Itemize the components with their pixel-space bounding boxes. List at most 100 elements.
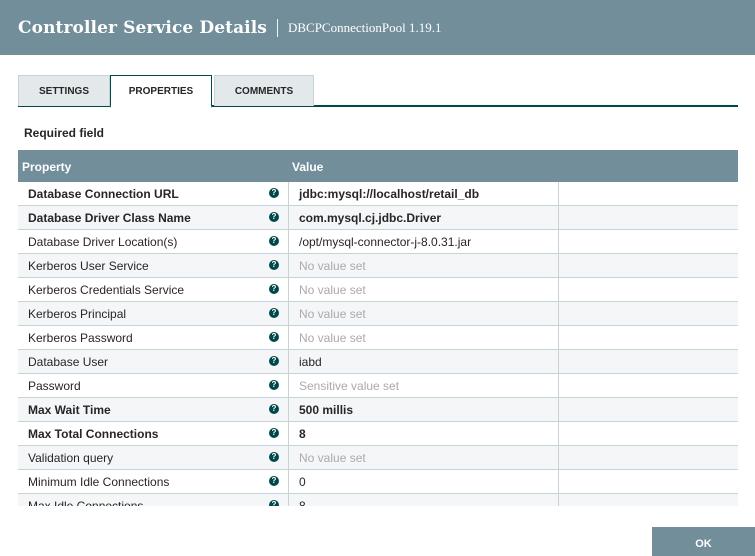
column-divider [288,254,289,278]
properties-table: Property Value Database Connection URL? j… [18,150,738,506]
column-divider [558,374,559,398]
column-divider [558,422,559,446]
property-name: Max Idle Connections [28,499,144,506]
column-divider [288,374,289,398]
property-value[interactable]: Sensitive value set [299,379,399,393]
required-field-legend: Required field [24,126,105,140]
column-divider [288,422,289,446]
controller-service-details-dialog: Controller Service Details DBCPConnectio… [0,0,755,556]
property-value[interactable]: /opt/mysql-connector-j-8.0.31.jar [299,235,471,249]
property-value[interactable]: 8 [299,499,306,506]
table-row[interactable]: Database User? iabd [18,350,738,374]
column-divider [288,350,289,374]
column-divider [288,278,289,302]
column-divider [558,278,559,302]
help-icon[interactable]: ? [269,332,279,342]
help-icon[interactable]: ? [269,380,279,390]
column-divider [558,182,559,206]
table-row[interactable]: Kerberos Principal? No value set [18,302,738,326]
property-value[interactable]: No value set [299,283,366,297]
table-row[interactable]: Max Total Connections? 8 [18,422,738,446]
property-name: Max Total Connections [28,427,159,441]
column-divider [558,230,559,254]
help-icon[interactable]: ? [269,212,279,222]
column-divider [288,470,289,494]
property-name: Kerberos Principal [28,307,127,321]
table-row[interactable]: Max Idle Connections? 8 [18,494,738,506]
column-divider [288,446,289,470]
property-name: Max Wait Time [28,403,111,417]
help-icon[interactable]: ? [269,260,279,270]
column-divider [558,470,559,494]
property-name: Database Driver Class Name [28,211,191,225]
property-value[interactable]: iabd [299,355,322,369]
column-divider [558,254,559,278]
table-row[interactable]: Database Driver Location(s)? /opt/mysql-c… [18,230,738,254]
help-icon[interactable]: ? [269,428,279,438]
table-header: Property Value [18,150,738,182]
table-row[interactable]: Minimum Idle Connections? 0 [18,470,738,494]
table-row[interactable]: Password? Sensitive value set [18,374,738,398]
tab-settings[interactable]: Settings [18,75,110,106]
column-divider [558,494,559,506]
column-header-value[interactable]: Value [292,160,323,174]
table-row[interactable]: Kerberos User Service? No value set [18,254,738,278]
property-value[interactable]: 0 [299,475,306,489]
help-icon[interactable]: ? [269,476,279,486]
property-value[interactable]: No value set [299,259,366,273]
help-icon[interactable]: ? [269,356,279,366]
property-name: Validation query [28,451,114,465]
dialog-subtitle: DBCPConnectionPool 1.19.1 [287,19,442,35]
tab-comments[interactable]: Comments [214,75,314,106]
column-divider [288,182,289,206]
property-name: Kerberos Password [28,331,133,345]
column-divider [558,206,559,230]
property-name: Minimum Idle Connections [28,475,170,489]
tab-properties[interactable]: Properties [110,75,212,108]
property-name: Kerberos User Service [28,259,149,273]
column-divider [558,326,559,350]
table-row[interactable]: Max Wait Time? 500 millis [18,398,738,422]
help-icon[interactable]: ? [269,308,279,318]
tab-bar: Settings Properties Comments [18,75,738,108]
ok-button[interactable]: OK [652,527,755,556]
table-row[interactable]: Kerberos Credentials Service? No value se… [18,278,738,302]
property-value[interactable]: jdbc:mysql://localhost/retail_db [299,187,479,201]
table-row[interactable]: Database Connection URL? jdbc:mysql://loc… [18,182,738,206]
property-name: Kerberos Credentials Service [28,283,185,297]
column-divider [288,398,289,422]
help-icon[interactable]: ? [269,500,279,506]
property-name: Password [28,379,81,393]
property-value[interactable]: No value set [299,451,366,465]
table-row[interactable]: Validation query? No value set [18,446,738,470]
property-name: Database Driver Location(s) [28,235,178,249]
help-icon[interactable]: ? [269,452,279,462]
column-divider [288,302,289,326]
column-divider [558,398,559,422]
property-value[interactable]: 8 [299,427,306,441]
property-name: Database Connection URL [28,187,179,201]
property-name: Database User [28,355,109,369]
column-divider [288,494,289,506]
help-icon[interactable]: ? [269,404,279,414]
dialog-header: Controller Service Details DBCPConnectio… [0,0,755,55]
table-row[interactable]: Database Driver Class Name? com.mysql.cj.… [18,206,738,230]
column-divider [558,446,559,470]
table-row[interactable]: Kerberos Password? No value set [18,326,738,350]
property-value[interactable]: No value set [299,307,366,321]
column-divider [558,302,559,326]
column-divider [558,350,559,374]
help-icon[interactable]: ? [269,188,279,198]
header-divider [276,18,278,37]
column-divider [288,230,289,254]
property-value[interactable]: No value set [299,331,366,345]
property-value[interactable]: com.mysql.cj.jdbc.Driver [299,211,441,225]
column-divider [288,206,289,230]
property-value[interactable]: 500 millis [299,403,353,417]
help-icon[interactable]: ? [269,236,279,246]
table-body[interactable]: Database Connection URL? jdbc:mysql://loc… [18,182,738,506]
column-divider [288,326,289,350]
column-header-property[interactable]: Property [22,160,71,174]
help-icon[interactable]: ? [269,284,279,294]
dialog-title: Controller Service Details [18,17,267,38]
